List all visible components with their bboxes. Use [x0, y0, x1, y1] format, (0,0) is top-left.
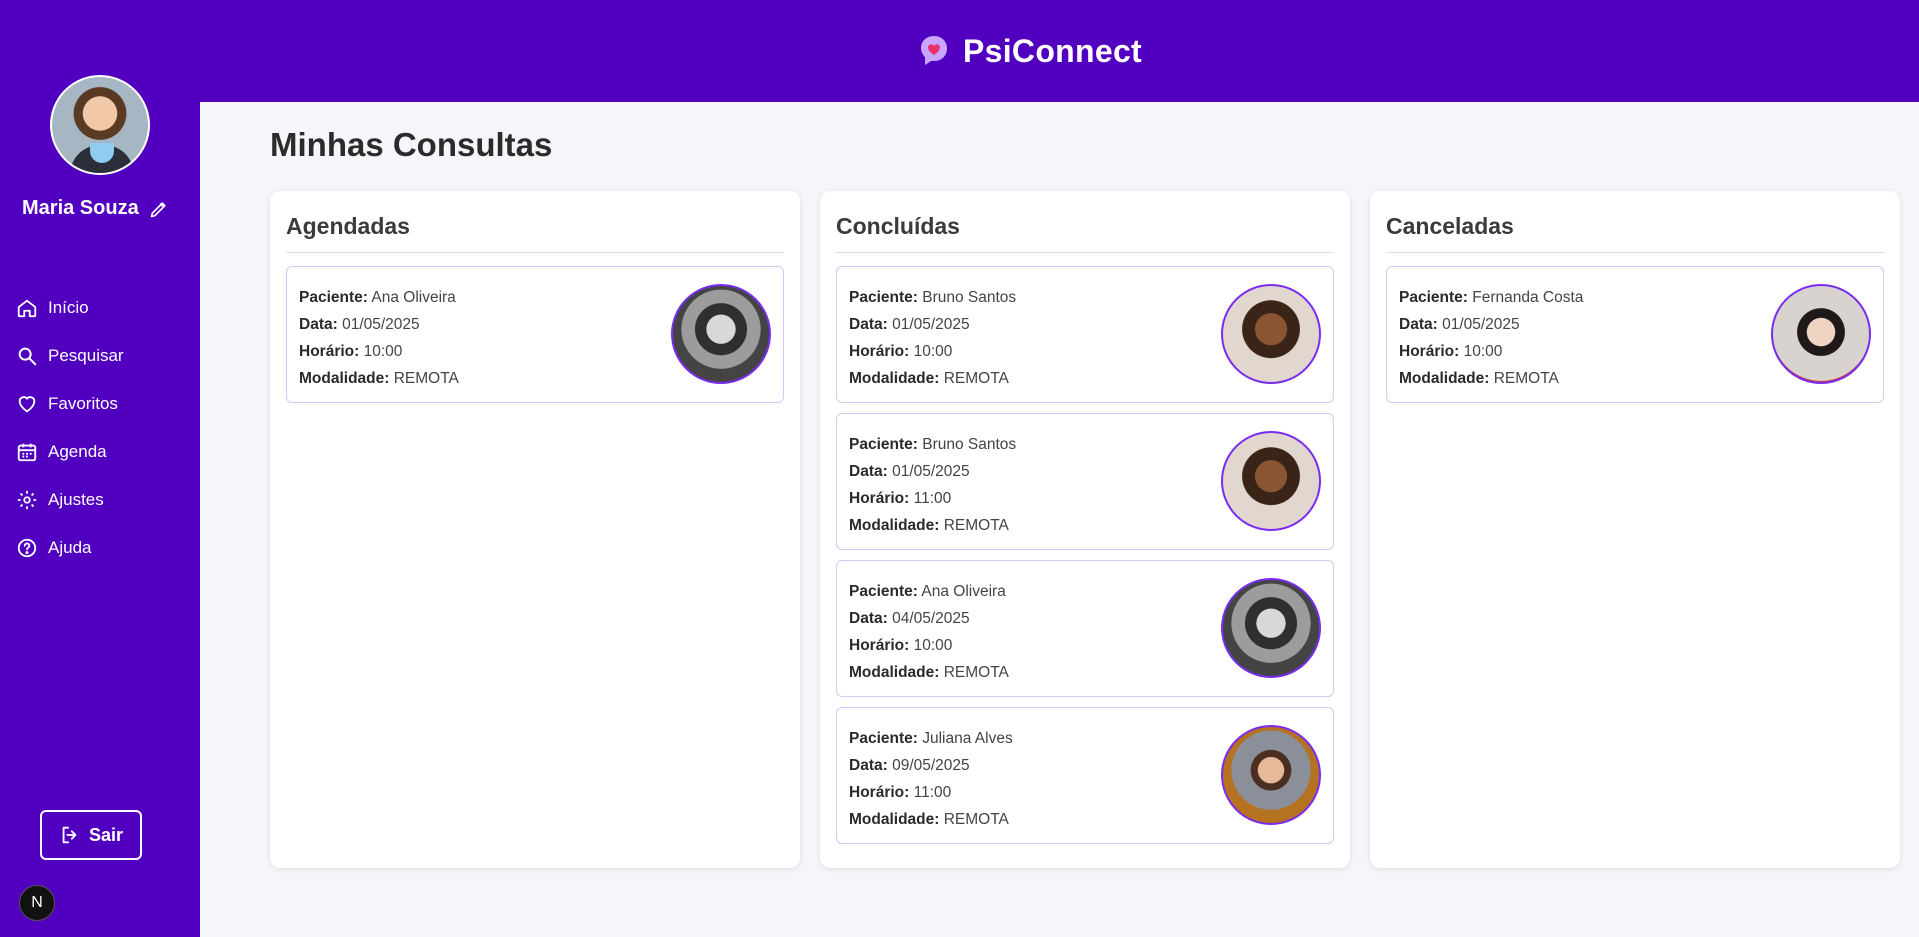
patient-label: Paciente:	[299, 289, 368, 306]
mode-value: REMOTA	[943, 370, 1009, 387]
column-canceladas: Canceladas Paciente: Fernanda Costa Data…	[1370, 191, 1900, 868]
mode-label: Modalidade:	[849, 370, 940, 387]
date-value: 09/05/2025	[892, 757, 970, 774]
mode-label: Modalidade:	[299, 370, 390, 387]
logout-label: Sair	[88, 824, 124, 845]
user-name: Maria Souza	[22, 197, 139, 219]
patient-label: Paciente:	[1399, 289, 1468, 306]
sidebar-item-label: Ajuda	[48, 538, 92, 557]
time-label: Horário:	[849, 637, 910, 654]
top-header: PsiConnect	[200, 0, 1919, 102]
sidebar-nav: Início Pesquisar Favoritos Agenda Ajuste…	[16, 284, 124, 572]
patient-name: Bruno Santos	[922, 289, 1017, 306]
patient-name: Juliana Alves	[922, 730, 1013, 747]
search-icon	[18, 347, 37, 366]
mode-value: REMOTA	[943, 664, 1009, 681]
date-value: 01/05/2025	[342, 316, 420, 333]
date-value: 04/05/2025	[892, 610, 970, 627]
time-value: 11:00	[913, 490, 952, 507]
sidebar-item-label: Ajustes	[48, 490, 104, 509]
appointment-card[interactable]: Paciente: Ana Oliveira Data: 01/05/2025 …	[286, 266, 784, 403]
time-value: 11:00	[913, 784, 952, 801]
column-concluidas: Concluídas Paciente: Bruno Santos Data: …	[820, 191, 1350, 868]
patient-avatar	[1771, 284, 1871, 384]
patient-label: Paciente:	[849, 730, 918, 747]
date-value: 01/05/2025	[892, 463, 970, 480]
appointment-card[interactable]: Paciente: Bruno Santos Data: 01/05/2025 …	[836, 266, 1334, 403]
patient-label: Paciente:	[849, 289, 918, 306]
home-icon	[17, 299, 37, 318]
appointment-card[interactable]: Paciente: Ana Oliveira Data: 04/05/2025 …	[836, 560, 1334, 697]
patient-avatar	[1221, 578, 1321, 678]
dev-badge[interactable]: N	[19, 885, 55, 921]
sidebar-item-label: Pesquisar	[48, 346, 124, 365]
gear-icon	[17, 490, 37, 510]
mode-label: Modalidade:	[849, 811, 940, 828]
logo-icon	[920, 36, 947, 65]
appointment-card[interactable]: Paciente: Fernanda Costa Data: 01/05/202…	[1386, 266, 1884, 403]
patient-avatar	[1221, 431, 1321, 531]
date-value: 01/05/2025	[1442, 316, 1520, 333]
mode-value: REMOTA	[393, 370, 459, 387]
mode-value: REMOTA	[943, 811, 1009, 828]
column-title: Canceladas	[1386, 207, 1884, 253]
sidebar: Maria Souza Início Pesquisar Favoritos A…	[0, 0, 200, 937]
date-label: Data:	[849, 316, 888, 333]
calendar-icon	[17, 443, 37, 462]
date-label: Data:	[849, 610, 888, 627]
date-value: 01/05/2025	[892, 316, 970, 333]
patient-avatar	[1221, 284, 1321, 384]
heart-icon	[18, 396, 36, 413]
logout-button[interactable]: Sair	[40, 810, 142, 860]
sidebar-item-label: Favoritos	[48, 394, 118, 413]
time-label: Horário:	[299, 343, 360, 360]
time-value: 10:00	[363, 343, 403, 360]
sidebar-item-agenda[interactable]: Agenda	[16, 428, 124, 476]
sidebar-item-label: Início	[48, 298, 89, 317]
column-agendadas: Agendadas Paciente: Ana Oliveira Data: 0…	[270, 191, 800, 868]
date-label: Data:	[1399, 316, 1438, 333]
appointment-card[interactable]: Paciente: Bruno Santos Data: 01/05/2025 …	[836, 413, 1334, 550]
patient-label: Paciente:	[849, 436, 918, 453]
time-value: 10:00	[1463, 343, 1503, 360]
patient-name: Ana Oliveira	[371, 289, 456, 306]
time-label: Horário:	[849, 784, 910, 801]
column-title: Agendadas	[286, 207, 784, 253]
appointment-card[interactable]: Paciente: Juliana Alves Data: 09/05/2025…	[836, 707, 1334, 844]
time-value: 10:00	[913, 637, 953, 654]
sidebar-item-pesquisar[interactable]: Pesquisar	[16, 332, 124, 380]
time-label: Horário:	[1399, 343, 1460, 360]
sidebar-item-favoritos[interactable]: Favoritos	[16, 380, 124, 428]
patient-avatar	[671, 284, 771, 384]
time-value: 10:00	[913, 343, 953, 360]
patient-name: Ana Oliveira	[921, 583, 1006, 600]
sidebar-item-inicio[interactable]: Início	[16, 284, 124, 332]
mode-value: REMOTA	[943, 517, 1009, 534]
time-label: Horário:	[849, 343, 910, 360]
mode-label: Modalidade:	[849, 664, 940, 681]
patient-avatar	[1221, 725, 1321, 825]
time-label: Horário:	[849, 490, 910, 507]
mode-label: Modalidade:	[1399, 370, 1490, 387]
date-label: Data:	[849, 463, 888, 480]
mode-label: Modalidade:	[849, 517, 940, 534]
mode-value: REMOTA	[1493, 370, 1559, 387]
sidebar-item-label: Agenda	[48, 442, 107, 461]
patient-name: Bruno Santos	[922, 436, 1017, 453]
date-label: Data:	[299, 316, 338, 333]
patient-label: Paciente:	[849, 583, 918, 600]
pencil-icon[interactable]	[149, 199, 169, 219]
sidebar-item-ajustes[interactable]: Ajustes	[16, 476, 124, 524]
page-title: Minhas Consultas	[270, 126, 553, 163]
patient-name: Fernanda Costa	[1472, 289, 1584, 306]
brand-name: PsiConnect	[962, 32, 1143, 69]
column-title: Concluídas	[836, 207, 1334, 253]
logout-icon	[62, 826, 77, 844]
date-label: Data:	[849, 757, 888, 774]
help-icon	[17, 538, 37, 558]
user-avatar[interactable]	[50, 75, 150, 175]
user-name-row: Maria Souza	[22, 197, 169, 220]
sidebar-item-ajuda[interactable]: Ajuda	[16, 524, 124, 572]
